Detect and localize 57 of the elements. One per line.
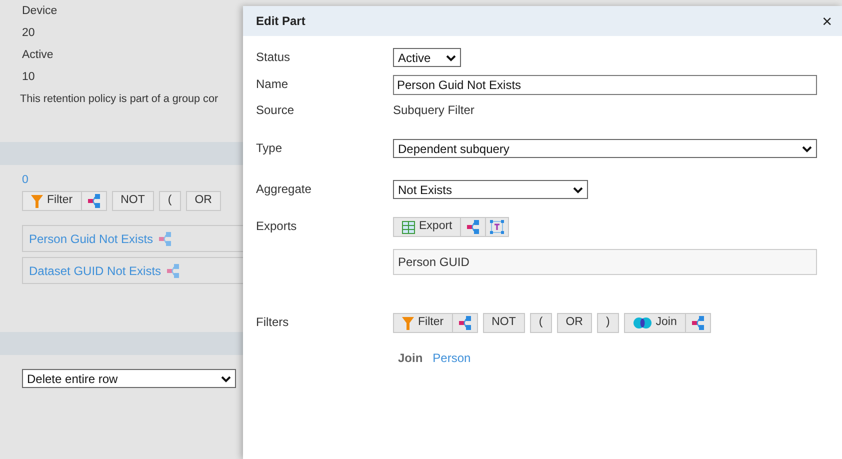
field-label: Type bbox=[255, 140, 284, 157]
tree-icon bbox=[159, 232, 172, 246]
text-input[interactable]: Person Guid Not Exists bbox=[393, 75, 817, 95]
dropdown-select[interactable]: Active bbox=[393, 48, 461, 67]
join-label: Join bbox=[398, 350, 423, 367]
tree-button[interactable] bbox=[452, 313, 478, 333]
export-field[interactable]: Person GUID bbox=[393, 249, 817, 275]
caret-icon bbox=[573, 186, 583, 194]
funnel-icon bbox=[31, 194, 43, 208]
filter-button[interactable]: Filter bbox=[393, 313, 452, 333]
join-button[interactable]: Join bbox=[624, 313, 685, 333]
operator-button[interactable]: NOT bbox=[482, 313, 525, 333]
text-field-button[interactable] bbox=[485, 217, 510, 237]
button-label: Join bbox=[656, 315, 677, 330]
field-label: Status bbox=[255, 49, 292, 66]
operator-button[interactable]: ( bbox=[158, 191, 181, 211]
tree-icon bbox=[88, 194, 100, 208]
dropdown-select[interactable]: Dependent subquery bbox=[393, 139, 817, 158]
export-button[interactable]: Export bbox=[393, 217, 460, 237]
field-label: Name bbox=[255, 76, 290, 93]
field-label: Filters bbox=[255, 314, 290, 331]
caret-icon bbox=[221, 374, 231, 382]
tree-icon bbox=[167, 264, 180, 278]
tree-icon bbox=[467, 220, 480, 234]
field-value: Subquery Filter bbox=[393, 102, 476, 119]
caret-icon bbox=[446, 54, 456, 62]
text-line: Device bbox=[21, 4, 58, 19]
operator-button[interactable]: ) bbox=[596, 313, 619, 333]
button-label: Filter bbox=[47, 193, 73, 208]
caret-icon bbox=[802, 144, 812, 152]
text-field-icon bbox=[490, 220, 504, 234]
tree-icon bbox=[692, 316, 704, 330]
operator-button[interactable]: OR bbox=[556, 313, 592, 333]
close-button[interactable]: × bbox=[822, 12, 832, 30]
text-line: 10 bbox=[21, 70, 36, 85]
tree-button[interactable] bbox=[460, 217, 486, 237]
operator-button[interactable]: ( bbox=[530, 313, 552, 333]
operator-button[interactable]: NOT bbox=[112, 191, 154, 211]
tree-icon bbox=[458, 316, 471, 330]
tree-button[interactable] bbox=[684, 313, 711, 333]
button-label: Export bbox=[419, 219, 452, 234]
dialog-title: Edit Part bbox=[256, 13, 306, 30]
text-line: 20 bbox=[21, 26, 36, 41]
button-label: Filter bbox=[418, 315, 444, 330]
operator-button[interactable]: OR bbox=[186, 191, 221, 211]
filter-button[interactable]: Filter bbox=[22, 191, 81, 211]
tree-button[interactable] bbox=[80, 191, 107, 211]
join-icon bbox=[632, 317, 652, 329]
field-label: Source bbox=[255, 102, 296, 119]
text-line: Active bbox=[21, 48, 54, 63]
text-line: This retention policy is part of a group cor bbox=[19, 92, 220, 107]
field-label: Aggregate bbox=[255, 181, 312, 198]
action-select[interactable]: Delete entire row bbox=[22, 369, 236, 388]
table-icon bbox=[402, 220, 415, 234]
funnel-icon bbox=[402, 316, 414, 330]
field-label: Exports bbox=[255, 218, 298, 235]
dropdown-select[interactable]: Not Exists bbox=[393, 180, 588, 199]
